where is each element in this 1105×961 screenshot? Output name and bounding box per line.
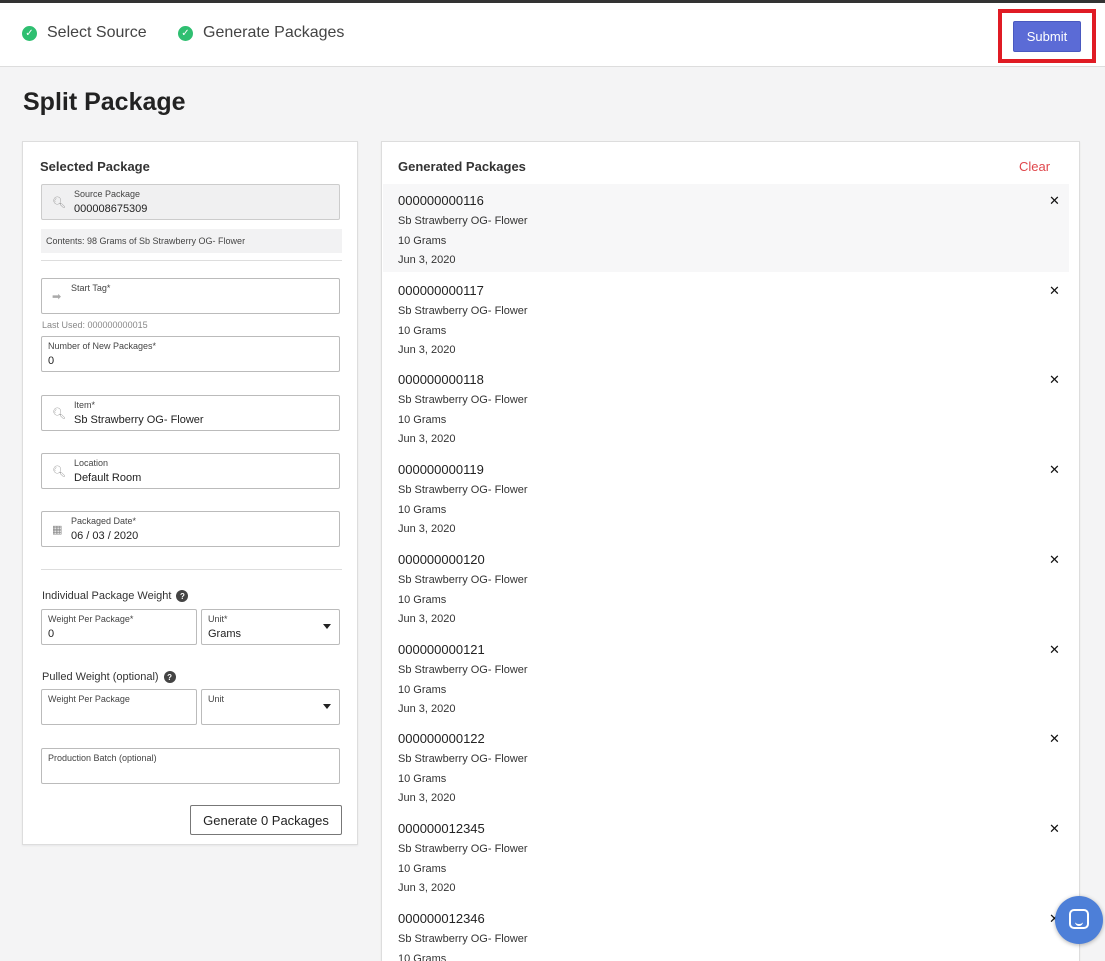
- close-icon[interactable]: ✕: [1049, 822, 1060, 837]
- package-row: 000000000116 Sb Strawberry OG- Flower 10 G…: [383, 184, 1069, 272]
- page-title: Split Package: [23, 88, 186, 116]
- chat-icon: [1069, 909, 1089, 929]
- pulled-unit-select[interactable]: Unit: [201, 689, 340, 725]
- arrow-right-icon: ➡: [52, 290, 62, 303]
- chat-launcher-button[interactable]: [1055, 896, 1103, 944]
- step-label: Select Source: [47, 24, 147, 41]
- submit-button[interactable]: Submit: [1013, 20, 1081, 52]
- calendar-icon: ▦: [52, 523, 63, 536]
- help-icon[interactable]: ?: [176, 590, 189, 602]
- number-of-packages-field[interactable]: Number of New Packages* 0: [41, 336, 340, 372]
- source-package-field[interactable]: 🔍︎ Source Package 000008675309: [41, 184, 340, 220]
- search-icon: 🔍︎: [52, 196, 66, 209]
- package-row: 000000000122 Sb Strawberry OG- Flower 10 G…: [383, 722, 1069, 810]
- packaged-date-field[interactable]: ▦ Packaged Date* 06 / 03 / 2020: [41, 511, 340, 547]
- package-row: 000000000120 Sb Strawberry OG- Flower 10 G…: [383, 543, 1069, 631]
- production-batch-field[interactable]: Production Batch (optional): [41, 748, 340, 784]
- package-date: Jun 3, 2020: [398, 254, 456, 266]
- close-icon[interactable]: ✕: [1049, 373, 1060, 388]
- package-weight: 10 Grams: [398, 504, 447, 517]
- selected-package-card: Selected Package 🔍︎ Source Package 00000…: [22, 141, 358, 845]
- package-item: Sb Strawberry OG- Flower: [398, 932, 528, 945]
- last-used-hint: Last Used: 000000000015: [42, 320, 148, 330]
- individual-weight-section: Individual Package Weight ?: [42, 590, 189, 602]
- package-item: Sb Strawberry OG- Flower: [398, 215, 528, 227]
- package-weight: 10 Grams: [398, 862, 447, 875]
- package-item: Sb Strawberry OG- Flower: [398, 663, 528, 676]
- divider: [41, 569, 342, 570]
- weight-per-package-field[interactable]: Weight Per Package* 0: [41, 609, 197, 645]
- generated-packages-card: Generated Packages Clear 000000000116 Sb …: [381, 141, 1080, 961]
- package-tag: 000000000116: [398, 193, 484, 208]
- location-field[interactable]: 🔍︎ Location Default Room: [41, 453, 340, 489]
- package-weight: 10 Grams: [398, 593, 447, 606]
- step-label: Generate Packages: [203, 24, 345, 41]
- package-item: Sb Strawberry OG- Flower: [398, 394, 528, 407]
- item-field[interactable]: 🔍︎ Item* Sb Strawberry OG- Flower: [41, 395, 340, 431]
- package-row: 000000000119 Sb Strawberry OG- Flower 10 G…: [383, 453, 1069, 541]
- package-date: Jun 3, 2020: [398, 433, 456, 446]
- pulled-weight-section: Pulled Weight (optional) ?: [42, 671, 176, 683]
- package-row: 000000000117 Sb Strawberry OG- Flower 10 G…: [383, 274, 1069, 362]
- check-circle-icon: ✓: [22, 25, 37, 41]
- package-tag: 000000000118: [398, 372, 484, 388]
- unit-select[interactable]: Unit* Grams: [201, 609, 340, 645]
- package-weight: 10 Grams: [398, 324, 447, 337]
- help-icon[interactable]: ?: [163, 671, 176, 683]
- pulled-weight-per-package-field[interactable]: Weight Per Package: [41, 689, 197, 725]
- package-item: Sb Strawberry OG- Flower: [398, 753, 528, 766]
- package-date: Jun 3, 2020: [398, 702, 456, 715]
- package-row: 000000012346 Sb Strawberry OG- Flower 10 G…: [383, 902, 1069, 961]
- close-icon[interactable]: ✕: [1049, 463, 1060, 478]
- package-tag: 000000000122: [398, 731, 485, 747]
- package-weight: 10 Grams: [398, 414, 447, 427]
- divider: [41, 260, 342, 261]
- package-tag: 000000000121: [398, 641, 485, 657]
- wizard-header: ✓ Select Source ✓ Generate Packages Subm…: [0, 3, 1105, 67]
- package-item: Sb Strawberry OG- Flower: [398, 573, 528, 586]
- package-weight: 10 Grams: [398, 773, 447, 786]
- package-weight: 10 Grams: [398, 683, 447, 696]
- package-date: Jun 3, 2020: [398, 343, 456, 356]
- package-weight: 10 Grams: [398, 952, 447, 961]
- package-row: 000000000118 Sb Strawberry OG- Flower 10 G…: [383, 363, 1069, 451]
- package-item: Sb Strawberry OG- Flower: [398, 484, 528, 497]
- package-item: Sb Strawberry OG- Flower: [398, 842, 528, 855]
- search-icon: 🔍︎: [52, 465, 66, 478]
- close-icon[interactable]: ✕: [1049, 643, 1060, 658]
- selected-package-title: Selected Package: [40, 159, 150, 174]
- close-icon[interactable]: ✕: [1049, 194, 1060, 209]
- check-circle-icon: ✓: [178, 25, 193, 41]
- package-date: Jun 3, 2020: [398, 612, 456, 625]
- generated-packages-title: Generated Packages: [398, 159, 526, 174]
- generate-packages-button[interactable]: Generate 0 Packages: [190, 805, 342, 835]
- submit-highlight-box: Submit: [998, 9, 1096, 63]
- package-weight: 10 Grams: [398, 235, 447, 247]
- clear-button[interactable]: Clear: [1019, 159, 1050, 174]
- package-date: Jun 3, 2020: [398, 881, 456, 894]
- step-select-source[interactable]: ✓ Select Source: [22, 24, 147, 42]
- package-contents: Contents: 98 Grams of Sb Strawberry OG- …: [41, 229, 342, 253]
- package-tag: 000000000120: [398, 551, 485, 567]
- package-row: 000000000121 Sb Strawberry OG- Flower 10 G…: [383, 633, 1069, 721]
- start-tag-field[interactable]: ➡ Start Tag*: [41, 278, 340, 314]
- chevron-down-icon: [323, 624, 331, 629]
- search-icon: 🔍︎: [52, 407, 66, 420]
- close-icon[interactable]: ✕: [1049, 284, 1060, 299]
- package-tag: 000000012345: [398, 820, 485, 836]
- package-tag: 000000000119: [398, 462, 484, 478]
- package-row: 000000012345 Sb Strawberry OG- Flower 10 G…: [383, 812, 1069, 900]
- package-tag: 000000012346: [398, 910, 485, 926]
- step-generate-packages[interactable]: ✓ Generate Packages: [178, 24, 344, 42]
- close-icon[interactable]: ✕: [1049, 553, 1060, 568]
- chevron-down-icon: [323, 704, 331, 709]
- package-item: Sb Strawberry OG- Flower: [398, 304, 528, 317]
- package-tag: 000000000117: [398, 282, 484, 298]
- close-icon[interactable]: ✕: [1049, 732, 1060, 747]
- package-date: Jun 3, 2020: [398, 523, 456, 536]
- package-date: Jun 3, 2020: [398, 792, 456, 805]
